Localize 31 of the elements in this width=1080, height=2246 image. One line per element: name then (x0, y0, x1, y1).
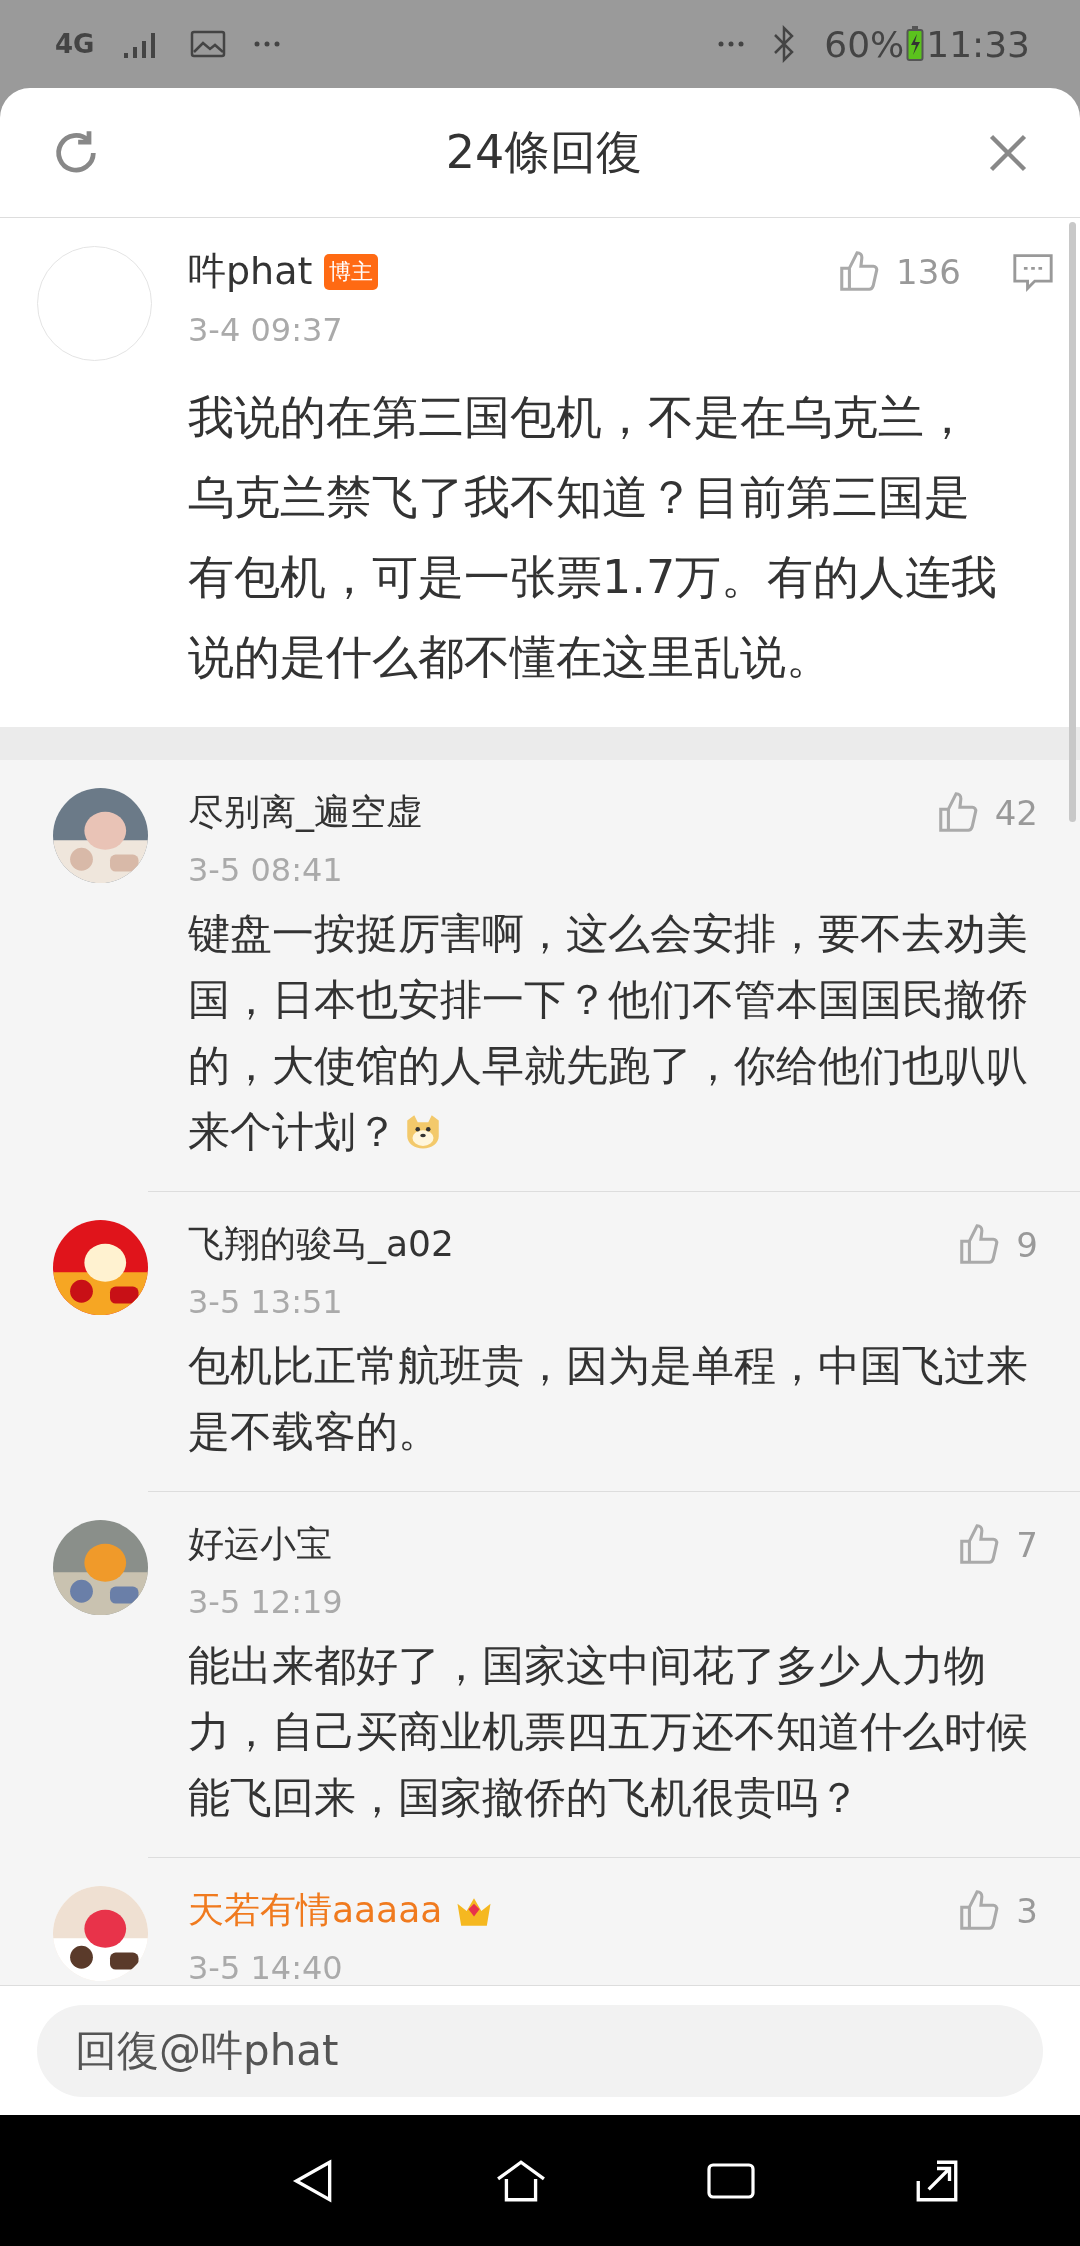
reply-text: 键盘一按挺厉害啊，这么会安排，要不去劝美国，日本也安排一下？他们不管本国国民撤侨的，大使馆的人早就先跑了，你给他们也叭叭来个计划？ (188, 908, 1029, 1158)
scrollbar[interactable] (1069, 222, 1076, 822)
more-icon (718, 41, 745, 47)
like-button[interactable]: 136 (836, 248, 961, 295)
comment-button[interactable] (1011, 251, 1055, 292)
author-name[interactable]: 天若有情aaaaa (188, 1886, 443, 1935)
sheet-title: 24條回復 (445, 123, 643, 181)
reply-time: 3-5 13:51 (188, 1283, 344, 1321)
more-icon (254, 41, 281, 47)
like-button[interactable]: 42 (934, 789, 1038, 836)
network-type: 4G (55, 29, 95, 59)
clock-time: 11:33 (926, 23, 1030, 65)
battery-charging-icon (906, 26, 925, 62)
reply-text: 能出来都好了，国家这中间花了多少人力物力，自己买商业机票四五万还不知道什么时候能飞回来，国家撤侨的飞机很贵吗？ (188, 1640, 1029, 1824)
image-icon (190, 30, 227, 58)
reply-time: 3-5 14:40 (188, 1949, 344, 1985)
like-button[interactable]: 9 (956, 1221, 1038, 1268)
author-name[interactable]: 好运小宝 (188, 1520, 332, 1569)
reply-text: 包机比正常航班贵，因为是单程，中国飞过来是不载客的。 (188, 1340, 1029, 1458)
battery-percent: 60% (824, 23, 905, 65)
reply-input-field[interactable]: 回復@吽phat (37, 2004, 1043, 2097)
reply-time: 3-5 08:41 (188, 851, 344, 889)
author-name[interactable]: 尽别离_遍空虚 (188, 788, 422, 837)
author-badge: 博主 (324, 253, 379, 290)
author-name[interactable]: 吽phat (188, 246, 313, 297)
like-button[interactable]: 3 (956, 1887, 1038, 1934)
post-text: 我说的在第三国包机，不是在乌克兰，乌克兰禁飞了我不知道？目前第三国是有包机，可是一张票1.7万。有的人连我说的是什么都不懂在这里乱说。 (188, 389, 999, 686)
reply-time: 3-5 12:19 (188, 1583, 344, 1621)
post-time: 3-4 09:37 (188, 311, 344, 349)
like-button[interactable]: 7 (956, 1521, 1038, 1568)
author-name[interactable]: 飞翔的骏马_a02 (188, 1220, 454, 1269)
